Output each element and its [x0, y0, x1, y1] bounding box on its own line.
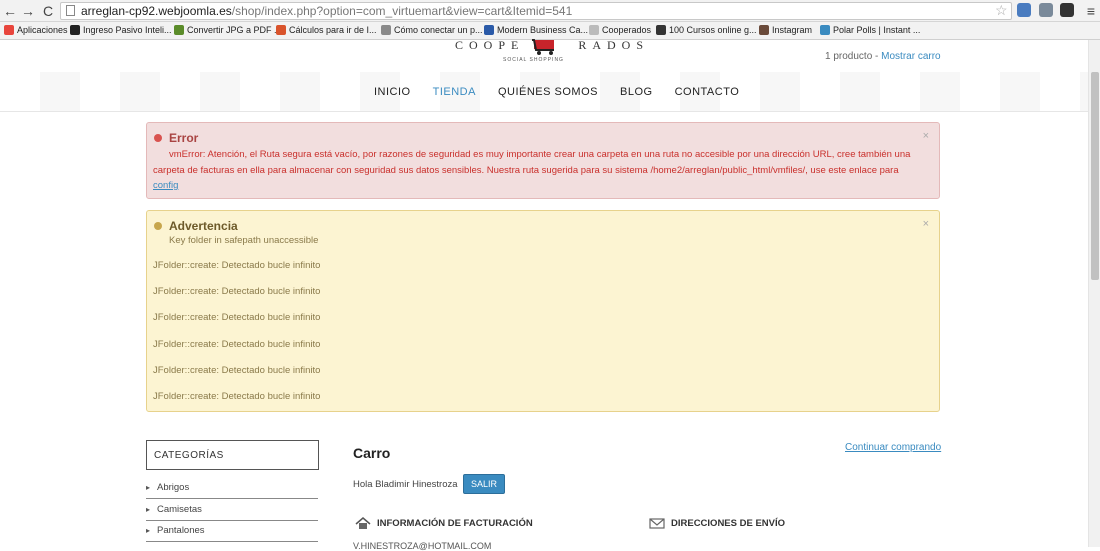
bookmark-label: Convertir JPG a PDF ...	[187, 25, 282, 35]
menu-item-contacto[interactable]: CONTACTO	[675, 86, 740, 98]
logo-text-left: COOPE	[455, 38, 525, 52]
bookmark-favicon-icon	[174, 25, 184, 35]
bookmark-label: Modern Business Ca...	[497, 25, 589, 35]
warning-line: JFolder::create: Detectado bucle infinit…	[153, 338, 321, 350]
menu-icon[interactable]: ≡	[1083, 2, 1099, 20]
bookmark-label: Polar Polls | Instant ...	[833, 25, 921, 35]
warning-line: JFolder::create: Detectado bucle infinit…	[153, 391, 321, 402]
bookmark-label: Aplicaciones	[17, 25, 68, 35]
categories-header: CATEGORÍAS	[146, 440, 319, 470]
error-message-text: vmError: Atención, el Ruta segura está v…	[153, 149, 911, 176]
page-title: Carro	[353, 445, 391, 461]
back-icon[interactable]: ←	[2, 2, 18, 20]
scrollbar-thumb[interactable]	[1091, 72, 1099, 280]
bookmark-favicon-icon	[381, 25, 391, 35]
warning-alert: Advertencia × Key folder in safepath una…	[146, 210, 940, 412]
main-menu: INICIO TIENDA QUIÉNES SOMOS BLOG CONTACTO	[0, 72, 1088, 112]
logout-button[interactable]: SALIR	[463, 474, 505, 494]
user-greeting: Hola Bladimir Hinestroza	[353, 479, 458, 490]
bookmark-label: Cooperados	[602, 25, 652, 35]
menu-item-tienda[interactable]: TIENDA	[433, 86, 476, 98]
bookmark-favicon-icon	[4, 25, 14, 35]
warning-title: Advertencia	[169, 219, 238, 233]
forward-icon[interactable]: →	[20, 2, 36, 20]
error-title: Error	[169, 131, 199, 145]
error-icon	[154, 134, 162, 142]
bookmark-favicon-icon	[589, 25, 599, 35]
billing-title: INFORMACIÓN DE FACTURACIÓN	[377, 518, 533, 529]
warning-line: JFolder::create: Detectado bucle infinit…	[153, 364, 321, 376]
microphone-icon[interactable]	[1017, 3, 1031, 17]
bookmark-favicon-icon	[70, 25, 80, 35]
warning-line: JFolder::create: Detectado bucle infinit…	[153, 260, 321, 271]
warning-line: JFolder::create: Detectado bucle infinit…	[153, 286, 321, 298]
bookmark-item[interactable]: Aplicaciones	[4, 25, 68, 35]
bookmark-favicon-icon	[820, 25, 830, 35]
sidebar-item-pantalones[interactable]: Pantalones	[146, 521, 318, 542]
close-icon[interactable]: ×	[923, 218, 929, 230]
camera-icon[interactable]	[1039, 3, 1053, 17]
close-icon[interactable]: ×	[923, 130, 929, 142]
bookmark-item[interactable]: Instagram	[759, 25, 812, 35]
show-cart-link[interactable]: Mostrar carro	[881, 51, 940, 62]
logo-tagline: SOCIAL SHOPPING	[503, 57, 564, 63]
browser-toolbar: ← → C arreglan-cp92.webjoomla.es/shop/in…	[0, 0, 1100, 22]
envelope-icon	[649, 518, 665, 529]
bookmark-item[interactable]: Cálculos para ir de I...	[276, 25, 377, 35]
bookmark-item[interactable]: Ingreso Pasivo Inteli...	[70, 25, 172, 35]
bookmark-favicon-icon	[656, 25, 666, 35]
billing-section-header: INFORMACIÓN DE FACTURACIÓN	[355, 517, 533, 530]
reload-icon[interactable]: C	[40, 2, 56, 20]
cart-logo-icon	[532, 39, 554, 55]
bookmark-item[interactable]: Convertir JPG a PDF ...	[174, 25, 282, 35]
logo-text-right: RADOS	[578, 38, 650, 52]
bookmark-label: 100 Cursos online g...	[669, 25, 757, 35]
menu-item-inicio[interactable]: INICIO	[374, 86, 411, 98]
error-message: vmError: Atención, el Ruta segura está v…	[153, 147, 923, 194]
page-icon	[66, 5, 75, 16]
billing-email: V.HINESTROZA@HOTMAIL.COM	[353, 541, 492, 551]
bookmark-item[interactable]: 100 Cursos online g...	[656, 25, 757, 35]
menu-item-quiénes-somos[interactable]: QUIÉNES SOMOS	[498, 86, 598, 98]
url-host: arreglan-cp92.webjoomla.es	[81, 4, 232, 18]
warning-icon	[154, 222, 162, 230]
home-icon	[355, 517, 371, 529]
address-bar[interactable]: arreglan-cp92.webjoomla.es/shop/index.ph…	[60, 2, 1012, 20]
bookmark-label: Cómo conectar un p...	[394, 25, 483, 35]
continue-shopping-link[interactable]: Continuar comprando	[845, 442, 941, 453]
cart-summary: 1 producto - Mostrar carro	[825, 51, 941, 62]
error-alert: Error × vmError: Atención, el Ruta segur…	[146, 122, 940, 199]
extension-icon[interactable]	[1060, 3, 1074, 17]
bookmark-star-icon[interactable]: ☆	[995, 2, 1008, 19]
menu-item-blog[interactable]: BLOG	[620, 86, 653, 98]
bookmark-label: Ingreso Pasivo Inteli...	[83, 25, 172, 35]
bookmark-favicon-icon	[759, 25, 769, 35]
config-link[interactable]: config	[153, 180, 178, 191]
bookmark-label: Instagram	[772, 25, 813, 35]
bookmark-item[interactable]: Cómo conectar un p...	[381, 25, 483, 35]
bookmark-favicon-icon	[276, 25, 286, 35]
bookmark-item[interactable]: Polar Polls | Instant ...	[820, 25, 920, 35]
bookmark-label: Cálculos para ir de I...	[289, 25, 377, 35]
warning-line: JFolder::create: Detectado bucle infinit…	[153, 312, 321, 324]
cart-count: 1 producto	[825, 51, 873, 62]
url-path: /shop/index.php?option=com_virtuemart&vi…	[231, 4, 573, 18]
sidebar-item-camisetas[interactable]: Camisetas	[146, 500, 318, 521]
bookmark-item[interactable]: Modern Business Ca...	[484, 25, 588, 35]
bookmark-favicon-icon	[484, 25, 494, 35]
page-scrollbar[interactable]	[1088, 40, 1100, 547]
cart-separator: -	[872, 51, 882, 62]
shipping-section-header: DIRECCIONES DE ENVÍO	[649, 517, 785, 530]
shipping-title: DIRECCIONES DE ENVÍO	[671, 518, 786, 529]
sidebar-item-abrigos[interactable]: Abrigos	[146, 478, 318, 499]
warning-subtitle: Key folder in safepath unaccessible	[169, 235, 319, 246]
bookmark-item[interactable]: Cooperados	[589, 25, 651, 35]
